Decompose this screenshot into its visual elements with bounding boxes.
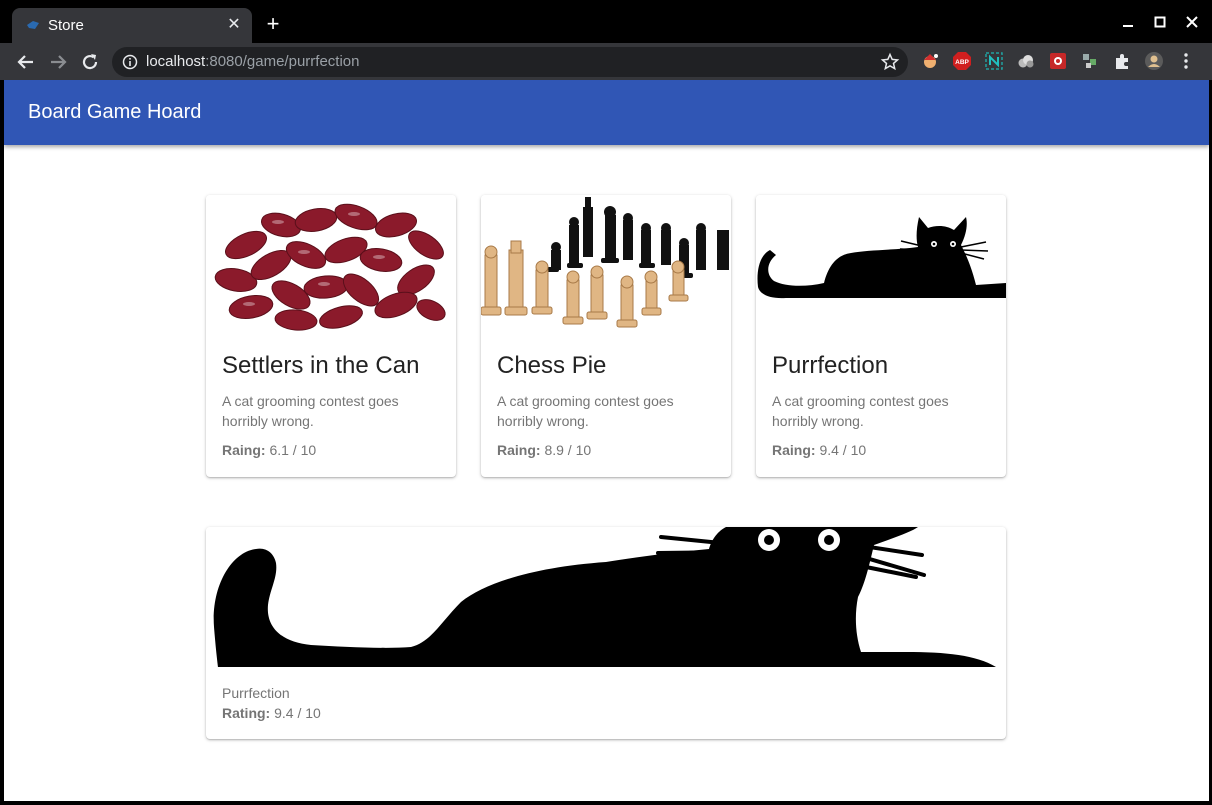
rating-value: 8.9 / 10 xyxy=(544,442,592,458)
minimize-icon[interactable] xyxy=(1116,10,1140,34)
extension-cloud-icon[interactable] xyxy=(1016,51,1036,71)
game-card[interactable]: Chess Pie A cat grooming contest goes ho… xyxy=(481,195,731,477)
black-cat-image xyxy=(756,195,1006,335)
new-tab-button[interactable]: + xyxy=(262,13,284,35)
tab-title: Store xyxy=(48,17,84,34)
rating-label: Raing: xyxy=(222,442,266,458)
red-beans-image xyxy=(206,195,456,335)
tab-strip: Store ✕ + xyxy=(0,0,1212,43)
extension-red-icon[interactable] xyxy=(1048,51,1068,71)
svg-text:ABP: ABP xyxy=(955,59,969,66)
detail-game-name: Purrfection xyxy=(222,685,290,701)
close-window-icon[interactable] xyxy=(1180,10,1204,34)
chess-pieces-image xyxy=(481,195,731,335)
game-rating: Raing: 8.9 / 10 xyxy=(497,442,591,458)
game-title: Purrfection xyxy=(772,352,889,379)
game-title: Settlers in the Can xyxy=(222,352,420,379)
browser-tab[interactable]: Store ✕ xyxy=(12,8,252,43)
close-tab-icon[interactable]: ✕ xyxy=(224,15,244,35)
black-cat-image xyxy=(206,527,1006,667)
info-icon[interactable] xyxy=(122,54,138,70)
rating-label: Rating: xyxy=(222,705,271,721)
game-rating: Raing: 6.1 / 10 xyxy=(222,442,316,458)
forward-arrow-icon[interactable] xyxy=(46,50,70,74)
game-rating: Raing: 9.4 / 10 xyxy=(772,442,866,458)
web-page: Board Game Hoard Settlers in the Can A c… xyxy=(4,80,1209,801)
more-menu-icon[interactable] xyxy=(1176,51,1196,71)
url-path: :8080/game/purrfection xyxy=(205,53,360,70)
rating-value: 9.4 / 10 xyxy=(274,705,321,721)
game-card[interactable]: Purrfection A cat grooming contest goes … xyxy=(756,195,1006,477)
app-bar: Board Game Hoard xyxy=(4,80,1209,145)
game-detail-card: Purrfection Rating: 9.4 / 10 xyxy=(206,527,1006,739)
rating-value: 9.4 / 10 xyxy=(819,442,867,458)
detail-rating: Rating: 9.4 / 10 xyxy=(222,705,321,721)
favicon-icon xyxy=(27,21,39,29)
address-bar[interactable]: localhost:8080/game/purrfection xyxy=(112,47,908,77)
profile-avatar-icon[interactable] xyxy=(1144,51,1164,71)
maximize-icon[interactable] xyxy=(1148,10,1172,34)
adblock-plus-icon[interactable]: ABP xyxy=(952,51,972,71)
rating-label: Raing: xyxy=(772,442,816,458)
extension-n-icon[interactable] xyxy=(984,51,1004,71)
reload-icon[interactable] xyxy=(78,50,102,74)
extensions-puzzle-icon[interactable] xyxy=(1112,51,1132,71)
game-description: A cat grooming contest goes horribly wro… xyxy=(497,393,674,429)
game-description: A cat grooming contest goes horribly wro… xyxy=(772,393,949,429)
app-title[interactable]: Board Game Hoard xyxy=(28,101,201,124)
browser-window: Store ✕ + localhost:8080/game/purrfectio… xyxy=(0,0,1212,805)
game-description: A cat grooming contest goes horribly wro… xyxy=(222,393,399,429)
game-title: Chess Pie xyxy=(497,352,607,379)
bookmark-star-icon[interactable] xyxy=(880,52,900,72)
game-card[interactable]: Settlers in the Can A cat grooming conte… xyxy=(206,195,456,477)
url-host: localhost xyxy=(146,53,206,70)
back-arrow-icon[interactable] xyxy=(14,50,38,74)
extension-green-icon[interactable] xyxy=(1080,51,1100,71)
url-text: localhost:8080/game/purrfection xyxy=(146,53,359,70)
rating-label: Raing: xyxy=(497,442,541,458)
browser-toolbar: localhost:8080/game/purrfection ABP xyxy=(0,43,1212,80)
extension-santa-icon[interactable] xyxy=(920,51,940,71)
rating-value: 6.1 / 10 xyxy=(269,442,317,458)
